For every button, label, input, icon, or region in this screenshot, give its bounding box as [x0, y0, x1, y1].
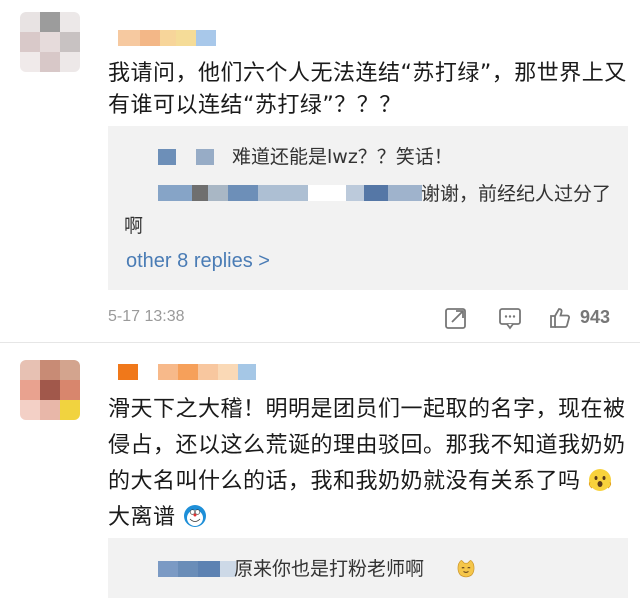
username-pixelated[interactable] — [118, 364, 256, 380]
reply-username-pixelated[interactable] — [158, 149, 176, 165]
avatar[interactable] — [20, 12, 80, 72]
avatar[interactable] — [20, 360, 80, 420]
reply-text: 原来你也是打粉老师啊 — [234, 558, 425, 580]
reply-text: 谢谢，前经纪人过分了啊 — [124, 183, 612, 237]
divider — [0, 342, 640, 343]
comment-text: 滑天下之大稽！明明是团员们一起取的名字，现在被侵占，还以这么荒诞的理由驳回。那我… — [108, 397, 626, 530]
timestamp: 5-17 13:38 — [108, 308, 185, 325]
comment-icon[interactable] — [498, 306, 522, 330]
shocked-face-emoji — [588, 469, 612, 491]
more-replies-link[interactable]: other 8 replies > — [126, 250, 270, 273]
cat-face-emoji — [457, 559, 475, 578]
thumbs-up-icon[interactable] — [548, 306, 572, 330]
replies-container: 原来你也是打粉老师啊 — [108, 538, 628, 598]
comment-meta: 5-17 13:38 943 — [108, 306, 628, 330]
like-count: 943 — [580, 307, 611, 327]
share-icon[interactable] — [444, 306, 468, 330]
doraemon-emoji — [184, 505, 207, 527]
replies-container: 难道还能是lwz？？笑话！ 谢谢，前经纪人过分了啊 other 8 replie… — [108, 126, 628, 290]
username-pixelated[interactable] — [118, 30, 216, 46]
reply-username-pixelated[interactable] — [158, 561, 236, 577]
comment-text: 我请问，他们六个人无法连结“苏打绿”，那世界上又有谁可以连结“苏打绿”？？？ — [108, 61, 627, 118]
reply-text: 难道还能是lwz？？笑话！ — [232, 146, 453, 168]
